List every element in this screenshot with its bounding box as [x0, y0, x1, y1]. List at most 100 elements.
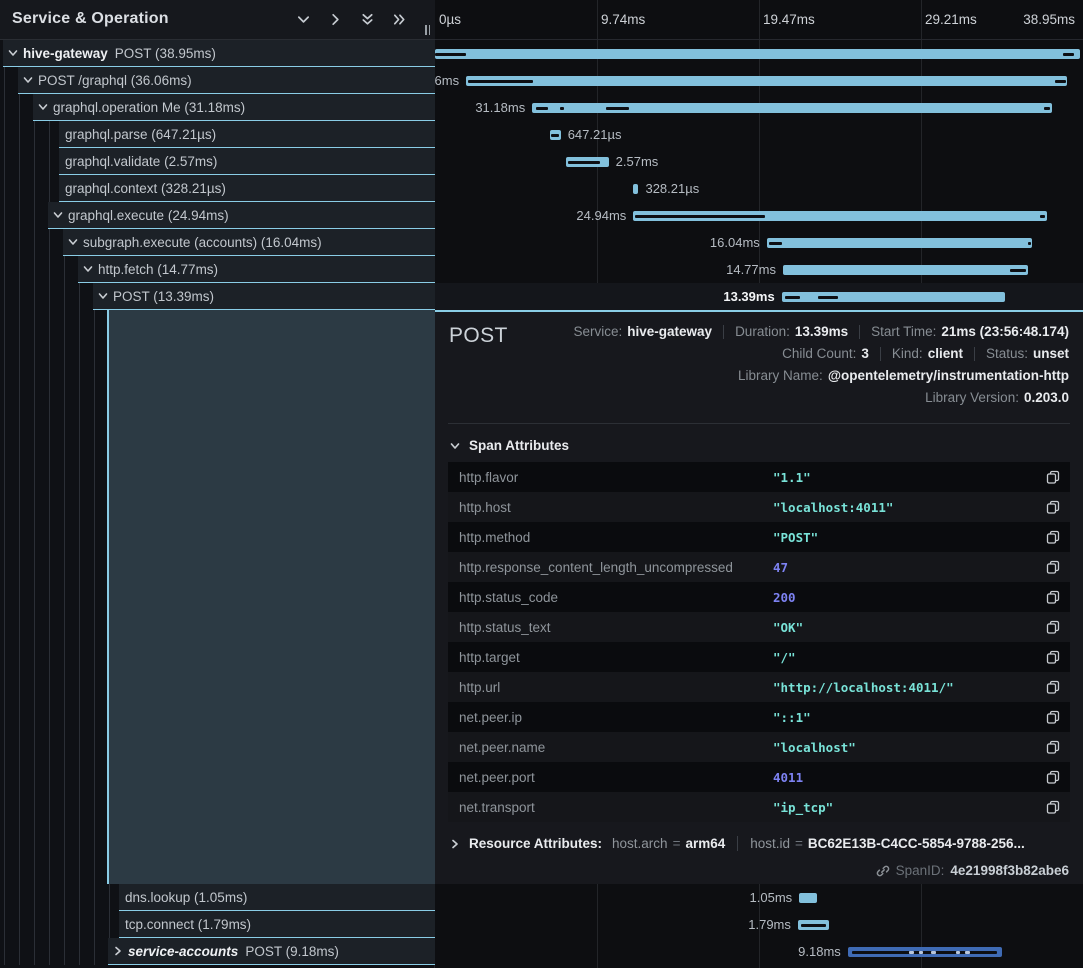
span-bar[interactable]	[550, 130, 561, 140]
span-row-content[interactable]: http.fetch (14.77ms)	[78, 256, 435, 283]
ruler-tick-label: 9.74ms	[601, 0, 645, 39]
attribute-key: http.target	[448, 650, 773, 665]
attribute-value: "localhost:4011"	[773, 500, 1036, 515]
copy-button[interactable]	[1036, 530, 1070, 544]
resource-attributes-row[interactable]: Resource Attributes: host.arch=arm64host…	[450, 836, 1025, 851]
copy-button[interactable]	[1036, 560, 1070, 574]
span-tree-row[interactable]: POST (13.39ms)	[0, 283, 435, 310]
span-bar[interactable]	[532, 103, 1052, 113]
span-bar[interactable]	[566, 157, 609, 167]
span-row-content[interactable]: graphql.context (328.21µs)	[59, 175, 435, 202]
indent-guide	[49, 148, 50, 175]
span-bar-tick	[919, 951, 924, 954]
span-tree-row[interactable]: http.fetch (14.77ms)	[0, 256, 435, 283]
duration-label: 647.21µs	[568, 121, 622, 148]
attribute-row: net.peer.port4011	[448, 762, 1070, 792]
expander-chevron-down-icon[interactable]	[23, 75, 33, 85]
indent-guide	[109, 884, 110, 911]
attribute-row: http.host"localhost:4011"	[448, 492, 1070, 522]
span-bar[interactable]	[435, 49, 1080, 59]
span-detail-panel: POST Service:hive-gatewayDuration:13.39m…	[435, 310, 1083, 884]
expander-chevron-down-icon[interactable]	[68, 237, 78, 247]
copy-button[interactable]	[1036, 800, 1070, 814]
span-attributes-header[interactable]: Span Attributes	[450, 438, 569, 453]
duration-label: 328.21µs	[645, 175, 699, 202]
span-tree-row[interactable]: dns.lookup (1.05ms)	[0, 884, 435, 911]
timeline-ruler: 0µs9.74ms19.47ms29.21ms38.95ms	[435, 0, 1083, 40]
copy-button[interactable]	[1036, 590, 1070, 604]
span-row-content[interactable]: POST /graphql (36.06ms)	[18, 67, 435, 94]
span-row-content[interactable]: dns.lookup (1.05ms)	[119, 884, 435, 911]
chevron-down-icon[interactable]	[296, 12, 311, 27]
copy-button[interactable]	[1036, 680, 1070, 694]
indent-guide	[34, 256, 35, 283]
span-bar[interactable]	[633, 211, 1047, 221]
span-bar-tick	[909, 951, 914, 954]
span-bar[interactable]	[783, 265, 1028, 275]
span-bar[interactable]	[767, 238, 1032, 248]
span-row-content[interactable]: service-accountsPOST (9.18ms)	[108, 938, 435, 965]
span-bar[interactable]	[466, 76, 1067, 86]
expander-chevron-down-icon[interactable]	[98, 291, 108, 301]
span-tree-row[interactable]: graphql.validate (2.57ms)	[0, 148, 435, 175]
expander-chevron-down-icon[interactable]	[38, 102, 48, 112]
span-bar-tick	[785, 296, 800, 299]
expander-chevron-down-icon[interactable]	[83, 264, 93, 274]
attribute-key: http.method	[448, 530, 773, 545]
double-chevron-right-icon[interactable]	[392, 12, 407, 27]
span-tree-row[interactable]: graphql.parse (647.21µs)	[0, 121, 435, 148]
tree-panel-header: Service & Operation	[0, 0, 435, 40]
detail-meta-line: Library Version:0.203.0	[925, 389, 1069, 406]
trace-viewer: 0µs9.74ms19.47ms29.21ms38.95ms 36.06ms31…	[0, 0, 1083, 968]
indent-guide	[79, 911, 80, 938]
span-tree-row[interactable]: subgraph.execute (accounts) (16.04ms)	[0, 229, 435, 256]
span-bar[interactable]	[633, 184, 638, 194]
span-bar[interactable]	[798, 920, 829, 930]
span-bar-tick	[635, 215, 765, 218]
span-row-content[interactable]: POST (13.39ms)	[93, 283, 435, 310]
span-row-content[interactable]: tcp.connect (1.79ms)	[119, 911, 435, 938]
expander-chevron-right-icon[interactable]	[113, 946, 123, 956]
duration-label: 1.79ms	[748, 911, 791, 938]
span-bar[interactable]	[848, 947, 1002, 957]
attribute-value: "POST"	[773, 530, 1036, 545]
span-tree-row[interactable]: graphql.execute (24.94ms)	[0, 202, 435, 229]
copy-button[interactable]	[1036, 620, 1070, 634]
chevron-right-icon[interactable]	[328, 12, 343, 27]
copy-button[interactable]	[1036, 650, 1070, 664]
duration-label: 31.18ms	[475, 94, 525, 121]
span-tree-row[interactable]: graphql.operation Me (31.18ms)	[0, 94, 435, 121]
link-icon[interactable]	[876, 864, 890, 878]
resource-separator	[737, 836, 738, 851]
chevron-down-icon	[450, 441, 460, 451]
span-tree-row[interactable]: graphql.context (328.21µs)	[0, 175, 435, 202]
span-bar[interactable]	[799, 893, 817, 903]
panel-resize-handle[interactable]	[425, 25, 430, 35]
span-row-content[interactable]: graphql.execute (24.94ms)	[48, 202, 435, 229]
span-row-content[interactable]: graphql.validate (2.57ms)	[59, 148, 435, 175]
copy-button[interactable]	[1036, 770, 1070, 784]
span-row-content[interactable]: graphql.operation Me (31.18ms)	[33, 94, 435, 121]
copy-button[interactable]	[1036, 470, 1070, 484]
span-tree-row[interactable]: service-accountsPOST (9.18ms)	[0, 938, 435, 965]
expander-chevron-down-icon[interactable]	[8, 48, 18, 58]
copy-button[interactable]	[1036, 740, 1070, 754]
span-operation-label: POST /graphql (36.06ms)	[38, 73, 192, 88]
double-chevron-down-icon[interactable]	[360, 12, 375, 27]
span-detail-title: POST	[449, 324, 508, 348]
span-tree-row[interactable]: tcp.connect (1.79ms)	[0, 911, 435, 938]
copy-button[interactable]	[1036, 710, 1070, 724]
copy-icon	[1046, 680, 1060, 694]
span-tree-row[interactable]: hive-gatewayPOST (38.95ms)	[0, 40, 435, 67]
span-tree-row[interactable]: POST /graphql (36.06ms)	[0, 67, 435, 94]
span-operation-label: tcp.connect (1.79ms)	[125, 917, 251, 932]
span-bar[interactable]	[782, 292, 1005, 302]
attribute-key: net.transport	[448, 800, 773, 815]
span-row-content[interactable]: subgraph.execute (accounts) (16.04ms)	[63, 229, 435, 256]
meta-separator	[974, 347, 975, 361]
duration-label: 16.04ms	[710, 229, 760, 256]
span-row-content[interactable]: hive-gatewayPOST (38.95ms)	[3, 40, 435, 67]
expander-chevron-down-icon[interactable]	[53, 210, 63, 220]
span-row-content[interactable]: graphql.parse (647.21µs)	[59, 121, 435, 148]
copy-button[interactable]	[1036, 500, 1070, 514]
